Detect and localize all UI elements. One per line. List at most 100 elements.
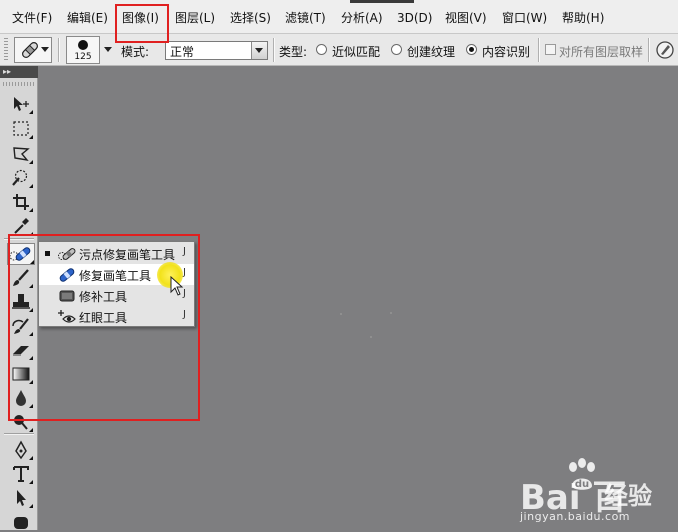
options-divider [538,38,540,62]
tool-group-indicator [29,356,33,360]
flyout-item-label: 修补工具 [79,290,128,304]
paw-icon: du [569,458,595,490]
shortcut-key: J [183,309,186,320]
eraser-tool[interactable] [9,340,33,360]
menu-edit[interactable]: 编辑(E) [67,10,108,26]
menu-bar: 文件(F) 编辑(E) 图像(I) 图层(L) 选择(S) 滤镜(T) 分析(A… [0,0,678,34]
sample-all-layers-checkbox[interactable] [545,44,556,55]
watermark-url: jingyan.baidu.com [520,510,631,523]
type-tool[interactable] [9,464,33,484]
canvas-artifact [390,312,392,314]
pen-tool[interactable] [9,440,33,460]
menu-image[interactable]: 图像(I) [122,10,159,26]
tool-group-indicator [29,160,33,164]
title-strip [350,0,414,3]
menu-file[interactable]: 文件(F) [12,10,52,26]
tool-group-indicator [29,428,33,432]
red-eye-icon [58,310,76,323]
brush-preset-picker[interactable]: 125 [66,36,100,64]
options-grip[interactable] [4,38,8,62]
menu-analysis[interactable]: 分析(A) [341,10,383,26]
marquee-tool[interactable] [9,119,33,139]
flyout-item-red-eye[interactable]: 红眼工具 J [39,306,194,327]
tool-group-indicator [30,260,34,264]
flyout-item-label: 红眼工具 [79,311,128,325]
rounded-rectangle-icon [14,517,28,529]
chevron-down-icon[interactable] [251,42,267,59]
bandage-icon [22,42,38,58]
radio-proximity-match[interactable] [316,44,327,55]
menu-filter[interactable]: 滤镜(T) [285,10,326,26]
toolbox-grip[interactable] [3,82,35,86]
history-brush-tool[interactable] [9,316,33,336]
menu-layer[interactable]: 图层(L) [175,10,215,26]
pressure-size-icon[interactable] [655,40,675,60]
radio-create-texture[interactable] [391,44,402,55]
tool-group-indicator [29,135,33,139]
menu-view[interactable]: 视图(V) [445,10,487,26]
collapse-icon[interactable]: ▸▸ [3,68,11,76]
flyout-item-label: 修复画笔工具 [79,269,152,283]
toolbox-panel: ▸▸ [0,66,38,530]
shape-tool[interactable] [9,512,33,532]
lasso-tool[interactable] [9,144,33,164]
mode-label: 模式: [121,45,150,59]
mode-value: 正常 [170,45,195,59]
eyedropper-tool[interactable] [9,216,33,236]
menu-help[interactable]: 帮助(H) [562,10,604,26]
tool-group-indicator [29,504,33,508]
chevron-down-icon[interactable] [104,47,112,52]
canvas-artifact [370,336,372,338]
brush-size-value: 125 [74,52,92,62]
mode-select[interactable]: 正常 [165,41,268,60]
healing-tool[interactable] [7,243,35,265]
path-selection-tool[interactable] [9,488,33,508]
gradient-tool[interactable] [9,364,33,384]
tool-group-indicator [29,380,33,384]
blur-tool[interactable] [9,388,33,408]
brush-tool[interactable] [9,268,33,288]
chevron-down-icon [41,47,49,52]
menu-select[interactable]: 选择(S) [230,10,271,26]
flyout-item-spot-healing-brush[interactable]: 污点修复画笔工具 J [39,243,194,264]
radio-create-texture-label[interactable]: 创建纹理 [407,43,455,60]
spot-healing-brush-icon [58,248,76,260]
menu-3d[interactable]: 3D(D) [397,10,432,26]
flyout-item-label: 污点修复画笔工具 [79,248,176,262]
tool-group-indicator [29,284,33,288]
canvas-artifact [340,313,342,315]
tool-preset-picker[interactable] [14,37,52,63]
radio-content-aware[interactable] [466,44,477,55]
radio-content-aware-label[interactable]: 内容识别 [482,43,530,60]
move-tool[interactable] [9,94,33,114]
tool-group-indicator [29,480,33,484]
tool-group-indicator [29,308,33,312]
clone-stamp-tool[interactable] [9,292,33,312]
type-label: 类型: [279,45,308,59]
options-bar: 125 模式: 正常 类型: 近似匹配 创建纹理 内容识别 对所有图层取样 [0,34,678,66]
tool-group-indicator [29,332,33,336]
tool-group-indicator [29,404,33,408]
current-tool-bullet-icon [45,251,50,256]
mouse-pointer-icon [170,276,184,296]
toolbox-divider [4,238,34,240]
watermark-text: 经验 [604,482,652,510]
tool-group-indicator [29,208,33,212]
svg-text:du: du [575,479,589,490]
dodge-tool[interactable] [9,412,33,432]
options-divider [273,38,275,62]
baidu-jingyan-watermark: Bai 百 du 经验 jingyan.baidu.com [520,452,678,530]
crop-tool[interactable] [9,192,33,212]
radio-proximity-match-label[interactable]: 近似匹配 [332,43,380,60]
tool-group-indicator [29,110,33,114]
toolbox-divider [4,433,34,435]
toolbox-header[interactable]: ▸▸ [0,66,38,78]
menu-window[interactable]: 窗口(W) [502,10,547,26]
quick-selection-tool[interactable] [9,168,33,188]
sample-all-layers-label[interactable]: 对所有图层取样 [559,43,643,60]
tool-group-indicator [29,456,33,460]
tool-group-indicator [29,184,33,188]
healing-brush-icon [59,268,75,282]
tool-group-indicator [29,232,33,236]
options-divider [58,38,60,62]
